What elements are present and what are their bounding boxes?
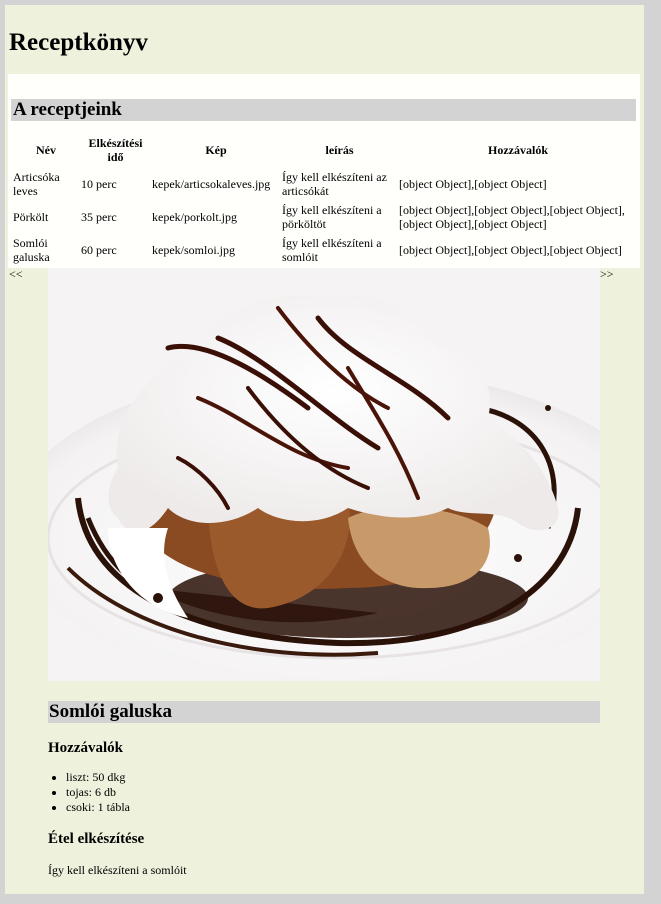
recipe-ingredients-cell: [object Object],[object Object],[object … <box>399 202 625 231</box>
recipe-time-cell: 10 perc <box>81 176 117 191</box>
column-header-description: leírás <box>325 143 354 157</box>
recipe-name-cell: Articsóka leves <box>13 169 60 198</box>
page-title: Receptkönyv <box>9 29 148 56</box>
recipe-ingredients-cell: [object Object],[object Object],[object … <box>399 242 622 257</box>
prev-recipe-button[interactable]: << <box>9 267 23 281</box>
table-row[interactable]: Articsóka leves 10 perc kepek/articsokal… <box>12 167 638 200</box>
column-header-time: Elkészítési idő <box>88 136 143 164</box>
recipe-time-cell: 60 perc <box>81 242 117 257</box>
ingredients-heading: Hozzávalók <box>48 740 123 756</box>
recipe-description-cell: Így kell elkészíteni az articsókát <box>282 169 387 198</box>
next-recipe-button[interactable]: >> <box>600 267 614 281</box>
column-header-name: Név <box>36 143 56 157</box>
recipe-name-cell: Somlói galuska <box>13 235 50 264</box>
recipe-table: Név Elkészítési idő Kép leírás Hozzávaló… <box>12 133 638 266</box>
list-item: liszt: 50 dkg <box>66 770 130 785</box>
table-row[interactable]: Somlói galuska 60 perc kepek/somloi.jpg … <box>12 233 638 266</box>
column-header-ingredients: Hozzávalók <box>488 143 548 157</box>
recipe-image-cell: kepek/articsokaleves.jpg <box>152 176 271 191</box>
recipe-description-cell: Így kell elkészíteni a somlóit <box>282 235 382 264</box>
list-item: csoki: 1 tábla <box>66 800 130 815</box>
list-item: tojas: 6 db <box>66 785 130 800</box>
table-header-row: Név Elkészítési idő Kép leírás Hozzávaló… <box>12 133 638 167</box>
selected-recipe-title: Somlói galuska <box>48 701 600 723</box>
recipe-photo <box>48 268 600 681</box>
recipes-panel: A receptjeink Név Elkészítési idő Kép le… <box>8 74 640 268</box>
recipe-description-cell: Így kell elkészíteni a pörköltöt <box>282 202 382 231</box>
recipe-image-cell: kepek/porkolt.jpg <box>152 209 237 224</box>
recipe-time-cell: 35 perc <box>81 209 117 224</box>
table-row[interactable]: Pörkölt 35 perc kepek/porkolt.jpg Így ke… <box>12 200 638 233</box>
recipes-heading: A receptjeink <box>11 99 636 121</box>
column-header-image: Kép <box>205 143 227 157</box>
recipe-ingredients-cell: [object Object],[object Object] <box>399 176 547 191</box>
recipe-name-cell: Pörkölt <box>13 209 49 224</box>
page-container: Receptkönyv A receptjeink Név Elkészítés… <box>5 5 644 894</box>
recipe-image-cell: kepek/somloi.jpg <box>152 242 235 257</box>
ingredients-list: liszt: 50 dkg tojas: 6 db csoki: 1 tábla <box>48 770 130 815</box>
preparation-heading: Étel elkészítése <box>48 831 145 847</box>
preparation-text: Így kell elkészíteni a somlóit <box>48 863 187 877</box>
